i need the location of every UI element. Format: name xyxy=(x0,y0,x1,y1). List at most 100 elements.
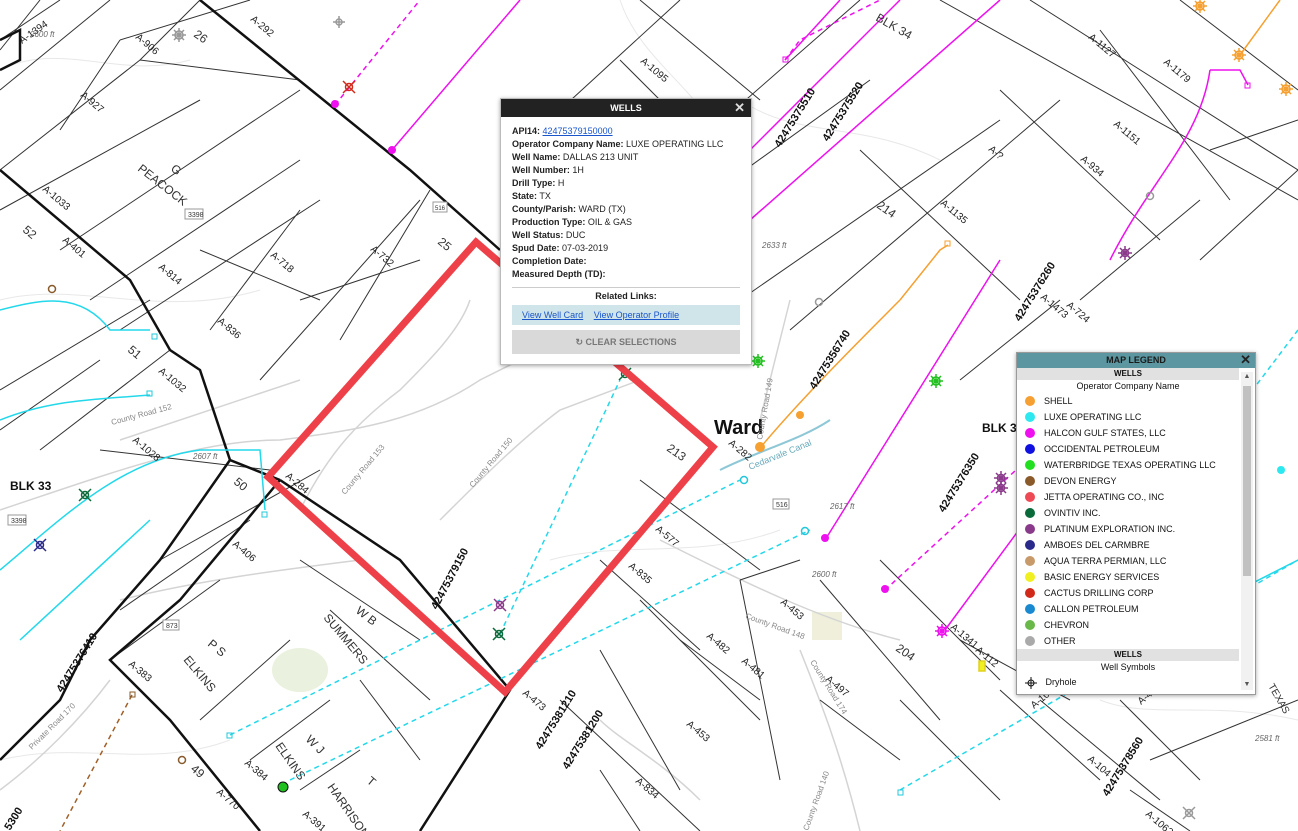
api-link[interactable]: 42475379150000 xyxy=(543,126,613,136)
survey-label: 52 xyxy=(20,223,39,243)
refresh-icon: ↻ xyxy=(575,337,583,347)
legend-item: CALLON PETROLEUM xyxy=(1017,601,1239,617)
field-value: H xyxy=(557,178,565,188)
field-label: State: xyxy=(512,191,538,201)
well-point[interactable] xyxy=(388,146,396,154)
svg-text:3398: 3398 xyxy=(11,518,27,525)
legend-color-swatch xyxy=(1025,635,1035,646)
close-icon[interactable]: ✕ xyxy=(734,99,745,117)
elevation-label: 2633 ft xyxy=(761,241,787,250)
well-point[interactable] xyxy=(277,781,289,793)
abstract-label: A-836 xyxy=(215,316,243,342)
legend-item: JETTA OPERATING CO., INC xyxy=(1017,489,1239,505)
legend-item-label: OVINTIV INC. xyxy=(1044,508,1101,518)
field-label: API14: xyxy=(512,126,541,136)
legend-item: PLATINUM EXPLORATION INC. xyxy=(1017,521,1239,537)
survey-label: 50 xyxy=(231,475,250,495)
well-point[interactable] xyxy=(881,585,889,593)
api-label: 42475375510 xyxy=(772,86,818,149)
popup-row: Measured Depth (TD): xyxy=(512,268,740,281)
abstract-label: A-453 xyxy=(684,719,712,745)
field-value: WARD (TX) xyxy=(578,204,626,214)
legend-color-swatch xyxy=(1025,427,1035,438)
well-point[interactable] xyxy=(755,442,765,452)
route-shield: 516 xyxy=(432,201,448,213)
scroll-up-icon[interactable]: ▲ xyxy=(1241,372,1253,382)
popup-row: State: TX xyxy=(512,190,740,203)
legend-symbol-label: Dryhole xyxy=(1045,677,1077,687)
elevation-label: 2600 ft xyxy=(811,570,837,579)
survey-label: 25 xyxy=(435,235,454,255)
survey-label: W B xyxy=(353,603,379,628)
laterals-devon xyxy=(59,694,133,831)
abstract-label: A-481 xyxy=(739,656,767,682)
well-point[interactable] xyxy=(47,284,57,294)
elevation-label: 2600 ft xyxy=(29,30,55,39)
well-point[interactable] xyxy=(331,100,339,108)
legend-item: OVINTIV INC. xyxy=(1017,505,1239,521)
popup-row: Well Name: DALLAS 213 UNIT xyxy=(512,151,740,164)
field-label: Completion Date: xyxy=(512,256,587,266)
legend-color-swatch xyxy=(1025,443,1035,454)
legend-item-label: LUXE OPERATING LLC xyxy=(1044,412,1142,422)
well-point[interactable] xyxy=(151,333,158,340)
legend-color-swatch xyxy=(1025,491,1035,502)
abstract-label: A-401 xyxy=(60,235,88,261)
legend-item: CHEVRON xyxy=(1017,617,1239,633)
survey-label: ELKINS xyxy=(181,653,219,695)
well-point[interactable] xyxy=(739,475,749,485)
well-point[interactable] xyxy=(800,526,810,536)
wells-popup: WELLS ✕ API14: 42475379150000 Operator C… xyxy=(500,98,752,365)
survey-label: 214 xyxy=(874,198,899,221)
view-operator-profile-link[interactable]: View Operator Profile xyxy=(594,310,679,320)
well-point[interactable] xyxy=(796,411,804,419)
field-value: 07-03-2019 xyxy=(562,243,609,253)
field-value: DUC xyxy=(565,230,586,240)
well-point[interactable] xyxy=(261,511,268,518)
clear-selections-button[interactable]: ↻ CLEAR SELECTIONS xyxy=(512,330,740,354)
elevation-label: 2581 ft xyxy=(1254,734,1280,743)
legend-color-swatch xyxy=(1025,411,1035,422)
legend-scrollbar[interactable]: ▲ ▼ xyxy=(1241,372,1253,690)
well-point[interactable] xyxy=(814,297,824,307)
road-label: County Road 140 xyxy=(801,770,831,831)
abstract-label: A-927 xyxy=(78,90,106,116)
related-links-bar: View Well Card View Operator Profile xyxy=(512,305,740,325)
well-point[interactable] xyxy=(177,755,187,765)
abstract-label: A-1028 xyxy=(130,435,162,464)
scrollbar-thumb[interactable] xyxy=(1243,386,1251,576)
popup-body: API14: 42475379150000 Operator Company N… xyxy=(501,117,751,354)
route-shield: 3398 xyxy=(7,514,27,526)
legend-color-swatch xyxy=(1025,587,1035,598)
abstract-label: A-1062 xyxy=(1143,809,1175,831)
popup-row: Well Number: 1H xyxy=(512,164,740,177)
legend-color-swatch xyxy=(1025,459,1035,470)
well-point[interactable] xyxy=(1277,466,1285,474)
well-point[interactable] xyxy=(821,534,829,542)
elevation-label: 2617 ft xyxy=(829,502,855,511)
field-value: TX xyxy=(539,191,551,201)
view-well-card-link[interactable]: View Well Card xyxy=(522,310,583,320)
route-shield: 516 xyxy=(772,498,790,510)
legend-item-label: BASIC ENERGY SERVICES xyxy=(1044,572,1160,582)
legend-color-swatch xyxy=(1025,619,1035,630)
legend-item-label: OTHER xyxy=(1044,636,1076,646)
field-label: Well Status: xyxy=(512,230,564,240)
dryhole-icon xyxy=(1025,676,1037,689)
close-icon[interactable]: ✕ xyxy=(1240,353,1251,367)
route-shield: 3398 xyxy=(184,208,204,220)
route-shield: 873 xyxy=(162,619,180,631)
field-value: LUXE OPERATING LLC xyxy=(626,139,724,149)
well-point[interactable] xyxy=(897,789,904,796)
legend-item: OCCIDENTAL PETROLEUM xyxy=(1017,441,1239,457)
block-label: BLK 3 xyxy=(982,421,1017,435)
road-label: County Road 149 xyxy=(755,377,775,440)
legend-subtitle: Well Symbols xyxy=(1100,662,1156,672)
abstract-label: A-1135 xyxy=(938,198,970,227)
legend-subtitle: Operator Company Name xyxy=(1076,381,1180,391)
field-label: Operator Company Name: xyxy=(512,139,624,149)
field-value: OIL & GAS xyxy=(587,217,633,227)
scroll-down-icon[interactable]: ▼ xyxy=(1241,680,1253,690)
abstract-label: A-482 xyxy=(704,631,732,657)
field-label: Production Type: xyxy=(512,217,586,227)
